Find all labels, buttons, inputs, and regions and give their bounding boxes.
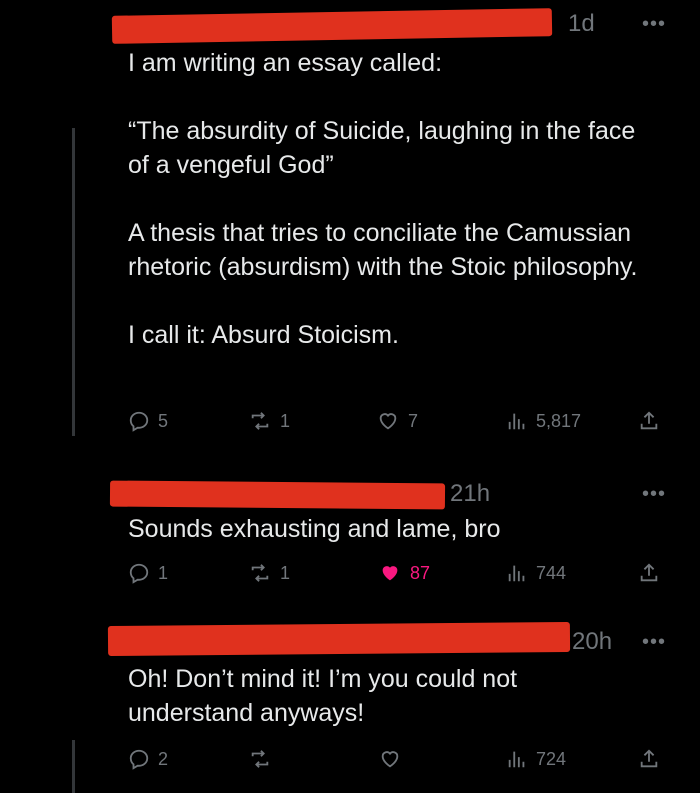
tweet-1[interactable]: 1d ••• I am writing an essay called: “Th… bbox=[0, 0, 700, 450]
share-button[interactable] bbox=[638, 406, 660, 436]
tweet-timestamp[interactable]: 1d bbox=[568, 10, 595, 38]
reply-icon bbox=[128, 410, 150, 432]
tweet-actions: 2 724 bbox=[128, 744, 668, 774]
share-icon bbox=[638, 562, 660, 584]
like-count: 7 bbox=[408, 410, 419, 431]
share-button[interactable] bbox=[638, 744, 660, 774]
repost-count: 1 bbox=[280, 562, 291, 583]
repost-icon bbox=[248, 748, 272, 770]
tweet-text: I am writing an essay called: “The absur… bbox=[128, 49, 638, 349]
repost-icon bbox=[248, 562, 272, 584]
reply-button[interactable]: 1 bbox=[128, 558, 168, 588]
tweet-actions: 1 1 87 744 bbox=[128, 558, 668, 588]
like-icon bbox=[376, 410, 400, 432]
reply-count: 1 bbox=[158, 562, 169, 583]
repost-button[interactable]: 1 bbox=[248, 558, 290, 588]
views-count: 5,817 bbox=[536, 410, 582, 431]
redacted-username bbox=[107, 621, 571, 657]
reply-icon bbox=[128, 748, 150, 770]
reply-button[interactable]: 2 bbox=[128, 744, 168, 774]
like-icon bbox=[378, 562, 402, 584]
views-count: 724 bbox=[536, 748, 567, 769]
reply-icon bbox=[128, 562, 150, 584]
tweet-timestamp[interactable]: 21h bbox=[450, 480, 490, 508]
more-icon[interactable]: ••• bbox=[642, 14, 666, 34]
like-button[interactable] bbox=[378, 744, 410, 774]
like-button[interactable]: 87 bbox=[378, 558, 430, 588]
more-icon[interactable]: ••• bbox=[642, 484, 666, 504]
views-button[interactable]: 724 bbox=[506, 744, 566, 774]
like-button[interactable]: 7 bbox=[376, 406, 418, 436]
reply-count: 2 bbox=[158, 748, 169, 769]
tweet-timestamp[interactable]: 20h bbox=[572, 628, 612, 656]
tweet-2[interactable]: 21h ••• Sounds exhausting and lame, bro … bbox=[0, 470, 700, 620]
views-button[interactable]: 744 bbox=[506, 558, 566, 588]
repost-button[interactable]: 1 bbox=[248, 406, 290, 436]
tweet-3[interactable]: 20h ••• Oh! Don’t mind it! I’m you could… bbox=[0, 612, 700, 793]
views-count: 744 bbox=[536, 562, 567, 583]
like-count: 87 bbox=[410, 562, 431, 583]
redacted-username bbox=[109, 480, 446, 510]
views-icon bbox=[506, 562, 528, 584]
more-icon[interactable]: ••• bbox=[642, 632, 666, 652]
reply-count: 5 bbox=[158, 410, 169, 431]
repost-icon bbox=[248, 410, 272, 432]
share-button[interactable] bbox=[638, 558, 660, 588]
redacted-username bbox=[111, 8, 553, 44]
repost-count: 1 bbox=[280, 410, 291, 431]
views-icon bbox=[506, 748, 528, 770]
reply-button[interactable]: 5 bbox=[128, 406, 168, 436]
tweet-actions: 5 1 7 5,817 bbox=[128, 406, 668, 436]
share-icon bbox=[638, 410, 660, 432]
share-icon bbox=[638, 748, 660, 770]
tweet-text: Sounds exhausting and lame, bro bbox=[128, 515, 501, 543]
like-icon bbox=[378, 748, 402, 770]
views-button[interactable]: 5,817 bbox=[506, 406, 581, 436]
views-icon bbox=[506, 410, 528, 432]
tweet-text: Oh! Don’t mind it! I’m you could not und… bbox=[128, 665, 518, 727]
repost-button[interactable] bbox=[248, 744, 280, 774]
